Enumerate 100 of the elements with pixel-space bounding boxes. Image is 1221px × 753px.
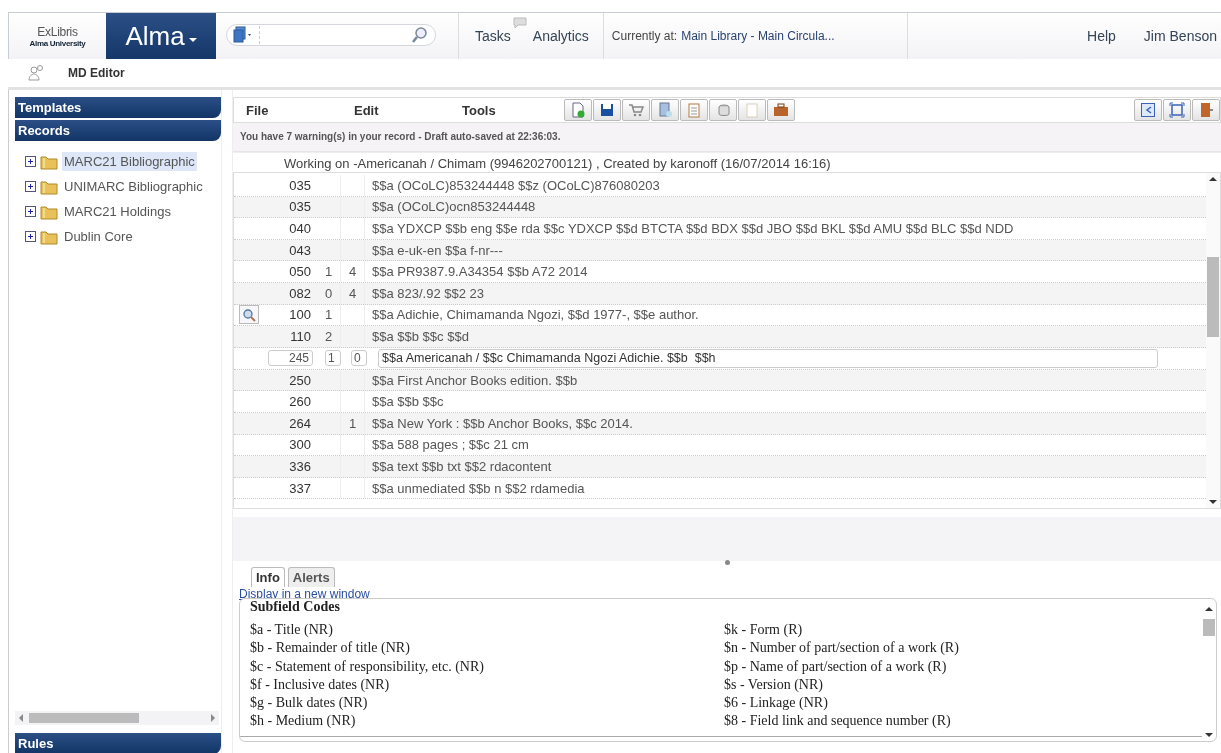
blank-clipboard-icon [744, 102, 760, 118]
field-tag[interactable]: 100 [289, 307, 311, 323]
file-menu[interactable]: File [246, 102, 342, 118]
save-icon [599, 102, 615, 118]
subfield-code: $a - Title (NR) [250, 621, 334, 639]
indicator[interactable]: 4 [349, 264, 357, 280]
panel-tab[interactable]: Alerts [287, 567, 335, 587]
search-icon[interactable] [411, 26, 429, 44]
subfield-input[interactable]: $$a Americanah / $$c Chimamanda Ngozi Adichie. $$b $$h [378, 348, 1158, 368]
field-value[interactable]: $$a text $$b txt $$2 rdacontent [372, 458, 552, 474]
field-tag[interactable]: 337 [289, 480, 311, 496]
toolbar-button[interactable] [622, 99, 650, 121]
panel-icon [1140, 102, 1156, 118]
field-value[interactable]: $$a 823/.92 $$2 23 [372, 285, 485, 301]
lookup-button[interactable] [239, 305, 259, 325]
field-tag[interactable]: 250 [289, 372, 311, 388]
field-value[interactable]: $$a (OCoLC)853244448 $$z (OCoLC)876080203 [372, 177, 660, 193]
field-tag[interactable]: 336 [289, 458, 311, 474]
field-tag[interactable]: 260 [289, 394, 311, 410]
help-link[interactable]: Help [1087, 28, 1116, 44]
templates-header[interactable]: Templates [15, 97, 221, 118]
records-header[interactable]: Records [15, 120, 221, 141]
field-value[interactable]: $$a unmediated $$b n $$2 rdamedia [372, 480, 585, 496]
fullscreen-icon [1169, 102, 1185, 118]
expand-icon[interactable] [25, 231, 36, 242]
edit-menu[interactable]: Edit [354, 102, 450, 118]
field-value[interactable]: $$a (OCoLC)ocn853244448 [372, 199, 536, 215]
search-field[interactable] [226, 24, 436, 46]
field-value[interactable]: $$a Adichie, Chimamanda Ngozi, $$d 1977-, $$e author. [372, 307, 699, 323]
institution-name: Alma University [29, 38, 86, 48]
subfield-code: $n - Number of part/section of a work (R) [724, 639, 960, 658]
page-title: MD Editor [68, 66, 125, 80]
briefcase-icon [773, 102, 789, 118]
user-menu[interactable]: Jim Benson [1143, 28, 1217, 44]
field-tag[interactable]: 050 [289, 264, 311, 280]
vertical-scrollbar[interactable] [1206, 173, 1220, 508]
tree-item[interactable]: Dublin Core [62, 227, 135, 246]
analytics-link[interactable]: Analytics [532, 28, 589, 44]
horizontal-scrollbar[interactable] [15, 711, 219, 725]
panel-tab[interactable]: Info [251, 567, 285, 587]
field-value[interactable]: $$a $$b $$c [372, 394, 444, 410]
field-tag[interactable]: 082 [289, 285, 311, 301]
indicator-field[interactable]: 1 [325, 350, 341, 367]
section-heading: Subfield Codes [250, 599, 341, 615]
indicator[interactable]: 1 [325, 264, 333, 280]
field-tag[interactable]: 264 [289, 415, 311, 431]
indicator[interactable]: 0 [325, 285, 333, 301]
indicator-field[interactable]: 0 [351, 350, 367, 367]
field-value[interactable]: $$a 588 pages ; $$c 21 cm [372, 437, 529, 453]
indicator[interactable]: 1 [349, 415, 357, 431]
field-tag[interactable]: 043 [289, 242, 311, 258]
folder-icon [40, 203, 58, 220]
search-icon [242, 307, 256, 322]
warning-message: You have 7 warning(s) in your record - Draft auto-saved at 22:36:03. [233, 123, 1221, 152]
toolbar-button[interactable] [593, 99, 621, 121]
tools-menu[interactable]: Tools [462, 102, 564, 118]
field-value[interactable]: $$a $$b $$c $$d [372, 328, 469, 344]
expand-icon[interactable] [25, 206, 36, 217]
app-menu-button[interactable]: Alma [106, 13, 216, 59]
field-tag[interactable]: 040 [289, 221, 311, 236]
expand-icon[interactable] [25, 156, 36, 167]
tasks-link[interactable]: Tasks [475, 28, 511, 44]
field-value[interactable]: $$a YDXCP $$b eng $$e rda $$c YDXCP $$d BTCTA $$d BDX $$d JBO $$d BKL $$d AMU $$d BLC $$d NDD [372, 221, 1014, 236]
field-tag[interactable]: 110 [290, 328, 311, 344]
toolbar-button[interactable] [1163, 99, 1191, 121]
indicator[interactable]: 4 [349, 285, 357, 301]
field-tag[interactable]: 035 [289, 199, 311, 215]
subfield-code: $k - Form (R) [724, 621, 804, 639]
toolbar-button[interactable] [1134, 99, 1162, 121]
clipboard-icon [686, 102, 702, 118]
splitter-handle[interactable] [725, 560, 730, 565]
field-value[interactable]: $$a e-uk-en $$a f-nr--- [372, 242, 503, 258]
folder-icon [40, 178, 58, 195]
field-value[interactable]: $$a First Anchor Books edition. $$b [372, 372, 578, 388]
field-tag[interactable]: 300 [289, 437, 311, 453]
subfield-code: $g - Bulk dates (NR) [250, 694, 369, 713]
new-document-icon [570, 102, 586, 118]
field-tag[interactable]: 035 [289, 177, 311, 193]
rules-header[interactable]: Rules [15, 733, 221, 753]
document-icon [657, 102, 673, 118]
subfield-code: $f - Inclusive dates (NR) [250, 675, 391, 694]
tree-item[interactable]: MARC21 Bibliographic [62, 152, 197, 171]
caret-icon [188, 38, 197, 42]
tag-field[interactable]: 245 [268, 350, 313, 367]
indicator[interactable]: 2 [325, 328, 333, 344]
location-link[interactable]: Main Library - Main Circula... [681, 29, 835, 43]
tree-item[interactable]: MARC21 Holdings [62, 202, 173, 221]
subfield-code: $b - Remainder of title (NR) [250, 639, 411, 658]
folder-icon [40, 153, 58, 170]
subfield-code: $6 - Linkage (NR) [724, 694, 829, 713]
users-icon [26, 64, 46, 82]
subfield-code: $s - Version (NR) [724, 675, 824, 694]
tree-item[interactable]: UNIMARC Bibliographic [62, 177, 205, 196]
expand-icon[interactable] [25, 181, 36, 192]
toolbar-button[interactable] [767, 99, 795, 121]
field-value[interactable]: $$a PR9387.9.A34354 $$b A72 2014 [372, 264, 588, 280]
subfield-code: $h - Medium (NR) [250, 712, 357, 731]
toolbar-button[interactable] [1192, 99, 1220, 121]
indicator[interactable]: 1 [325, 307, 333, 323]
field-value[interactable]: $$a New York : $$b Anchor Books, $$c 2014. [372, 415, 633, 431]
